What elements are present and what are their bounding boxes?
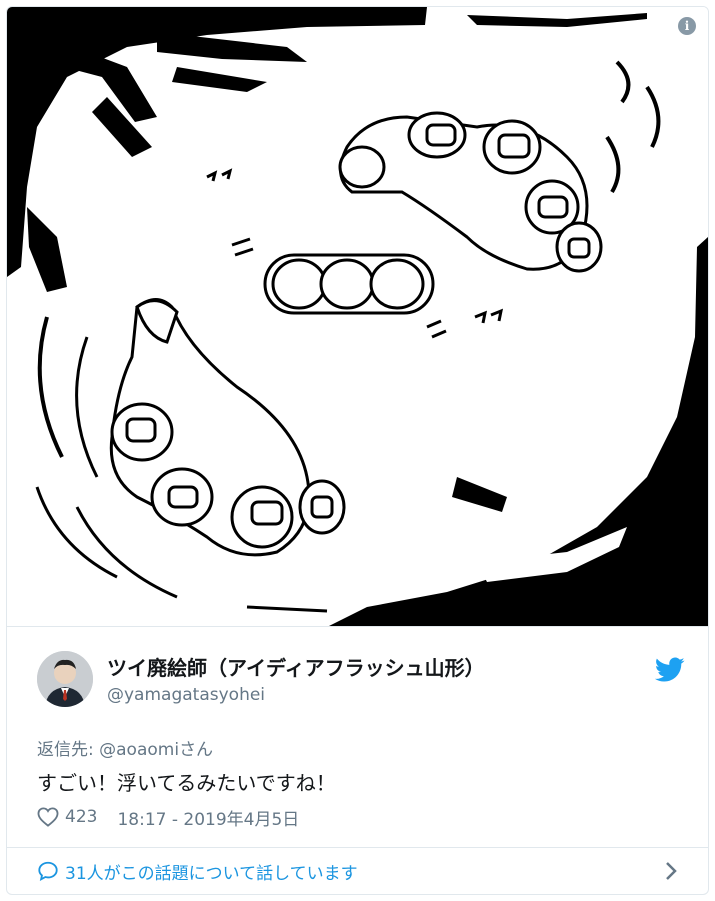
author-names[interactable]: ツイ廃絵師（アイディアフラッシュ山形） @yamagatasyohei [107, 655, 485, 707]
tweet-timestamp[interactable]: 18:17 - 2019年4月5日 [117, 805, 299, 830]
avatar[interactable] [37, 651, 93, 707]
tweet-media-image[interactable]: i [7, 7, 708, 627]
tweet-text: すごい！浮いてるみたいですね！ [37, 771, 336, 795]
like-count[interactable]: 423 [65, 807, 97, 827]
reply-to-line: 返信先: @aoaomiさん [37, 735, 213, 760]
reply-suffix: さん [179, 740, 214, 760]
speech-bubble-icon [38, 861, 58, 881]
manga-illustration [7, 7, 708, 626]
heart-icon[interactable] [37, 807, 59, 827]
avatar-portrait [37, 651, 93, 707]
tweet-card: i ツイ廃絵師（アイディアフラッシュ山形） @yamagatasyohei 返信… [6, 6, 709, 895]
reply-prefix: 返信先: [37, 740, 100, 760]
chevron-right-icon[interactable] [664, 861, 678, 881]
author-handle[interactable]: @yamagatasyohei [107, 683, 485, 707]
conversation-link[interactable]: 31人がこの話題について話しています [7, 848, 708, 894]
info-icon[interactable]: i [678, 17, 696, 35]
tweet-meta: 423 18:17 - 2019年4月5日 [37, 804, 299, 830]
reply-mention-link[interactable]: @aoaomi [99, 740, 179, 760]
conversation-text[interactable]: 31人がこの話題について話しています [65, 859, 358, 884]
author-display-name[interactable]: ツイ廃絵師（アイディアフラッシュ山形） [107, 655, 485, 681]
twitter-bird-icon[interactable] [655, 657, 685, 683]
tweet-header: ツイ廃絵師（アイディアフラッシュ山形） @yamagatasyohei [37, 651, 687, 713]
